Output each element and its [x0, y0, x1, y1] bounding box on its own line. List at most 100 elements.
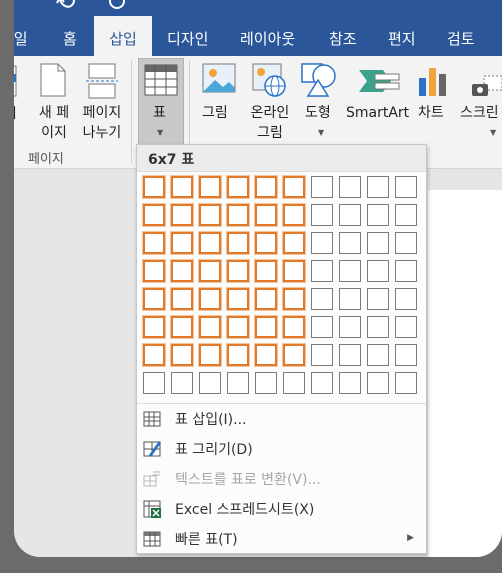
grid-cell[interactable]	[199, 232, 221, 254]
grid-cell[interactable]	[143, 176, 165, 198]
grid-cell[interactable]	[255, 260, 277, 282]
grid-cell[interactable]	[171, 232, 193, 254]
grid-cell[interactable]	[143, 260, 165, 282]
grid-cell[interactable]	[367, 288, 389, 310]
grid-cell[interactable]	[171, 176, 193, 198]
smartart-icon[interactable]	[357, 66, 401, 100]
grid-cell[interactable]	[199, 288, 221, 310]
grid-cell[interactable]	[283, 288, 305, 310]
grid-cell[interactable]	[171, 372, 193, 394]
grid-cell[interactable]	[311, 176, 333, 198]
grid-cell[interactable]	[255, 344, 277, 366]
chart-button[interactable]: 차트	[418, 103, 444, 123]
tab-file[interactable]: 파일	[14, 16, 28, 56]
grid-cell[interactable]	[227, 260, 249, 282]
chart-icon[interactable]	[416, 64, 450, 102]
grid-cell[interactable]	[311, 204, 333, 226]
grid-cell[interactable]	[367, 204, 389, 226]
grid-cell[interactable]	[143, 288, 165, 310]
tab-references[interactable]: 참조	[329, 16, 357, 56]
cover-page-label[interactable]: 지	[14, 104, 17, 124]
grid-cell[interactable]	[395, 344, 417, 366]
grid-cell[interactable]	[255, 204, 277, 226]
grid-cell[interactable]	[255, 372, 277, 394]
grid-cell[interactable]	[367, 344, 389, 366]
grid-cell[interactable]	[395, 288, 417, 310]
grid-cell[interactable]	[395, 260, 417, 282]
excel-spreadsheet-item[interactable]: Excel 스프레드시트(X)	[137, 494, 426, 524]
grid-cell[interactable]	[143, 232, 165, 254]
grid-cell[interactable]	[367, 316, 389, 338]
grid-cell[interactable]	[255, 316, 277, 338]
grid-cell[interactable]	[311, 344, 333, 366]
grid-cell[interactable]	[171, 260, 193, 282]
grid-cell[interactable]	[395, 232, 417, 254]
tab-review[interactable]: 검토	[447, 16, 475, 56]
grid-cell[interactable]	[227, 232, 249, 254]
grid-cell[interactable]	[283, 260, 305, 282]
grid-cell[interactable]	[339, 344, 361, 366]
grid-cell[interactable]	[227, 316, 249, 338]
grid-cell[interactable]	[367, 372, 389, 394]
grid-cell[interactable]	[199, 372, 221, 394]
tab-layout[interactable]: 레이아웃	[240, 16, 295, 56]
grid-cell[interactable]	[311, 232, 333, 254]
draw-table-item[interactable]: 표 그리기(D)	[137, 434, 426, 464]
cover-page-icon[interactable]	[14, 64, 20, 102]
grid-cell[interactable]	[395, 316, 417, 338]
grid-cell[interactable]	[143, 344, 165, 366]
grid-cell[interactable]	[199, 316, 221, 338]
grid-cell[interactable]	[395, 372, 417, 394]
grid-cell[interactable]	[283, 176, 305, 198]
grid-cell[interactable]	[199, 176, 221, 198]
shapes-icon[interactable]	[300, 62, 340, 102]
grid-cell[interactable]	[227, 204, 249, 226]
grid-cell[interactable]	[255, 288, 277, 310]
grid-cell[interactable]	[339, 176, 361, 198]
grid-cell[interactable]	[395, 176, 417, 198]
grid-cell[interactable]	[143, 316, 165, 338]
new-page-button[interactable]: 새 페 이지	[34, 103, 74, 143]
screenshot-dropdown-caret[interactable]: ▼	[490, 128, 496, 137]
grid-cell[interactable]	[171, 288, 193, 310]
grid-cell[interactable]	[143, 372, 165, 394]
grid-cell[interactable]	[227, 176, 249, 198]
grid-cell[interactable]	[311, 288, 333, 310]
grid-cell[interactable]	[199, 260, 221, 282]
grid-cell[interactable]	[227, 288, 249, 310]
grid-cell[interactable]	[227, 344, 249, 366]
quick-tables-item[interactable]: 빠른 표(T) ▶	[137, 524, 426, 554]
document-page[interactable]	[428, 190, 502, 557]
pictures-icon[interactable]	[201, 62, 237, 102]
insert-table-item[interactable]: 표 삽입(I)...	[137, 404, 426, 434]
grid-cell[interactable]	[395, 204, 417, 226]
online-pictures-button[interactable]: 온라인 그림	[245, 103, 295, 143]
page-break-icon[interactable]	[86, 62, 118, 104]
grid-cell[interactable]	[171, 316, 193, 338]
shapes-button[interactable]: 도형	[305, 103, 331, 123]
grid-cell[interactable]	[311, 316, 333, 338]
screenshot-icon[interactable]	[470, 74, 502, 104]
grid-cell[interactable]	[171, 344, 193, 366]
pictures-button[interactable]: 그림	[202, 103, 228, 123]
tab-home[interactable]: 홈	[63, 16, 77, 56]
grid-cell[interactable]	[339, 204, 361, 226]
grid-cell[interactable]	[311, 260, 333, 282]
grid-cell[interactable]	[171, 204, 193, 226]
grid-cell[interactable]	[283, 232, 305, 254]
blank-page-icon[interactable]	[38, 62, 68, 102]
tab-mailings[interactable]: 편지	[388, 16, 416, 56]
grid-cell[interactable]	[367, 176, 389, 198]
grid-cell[interactable]	[339, 316, 361, 338]
grid-cell[interactable]	[311, 372, 333, 394]
grid-cell[interactable]	[199, 344, 221, 366]
grid-cell[interactable]	[339, 372, 361, 394]
grid-cell[interactable]	[283, 316, 305, 338]
grid-cell[interactable]	[339, 232, 361, 254]
online-pictures-icon[interactable]	[251, 62, 287, 102]
page-break-button[interactable]: 페이지 나누기	[77, 103, 127, 143]
grid-cell[interactable]	[255, 232, 277, 254]
grid-cell[interactable]	[339, 288, 361, 310]
grid-cell[interactable]	[199, 204, 221, 226]
grid-cell[interactable]	[367, 232, 389, 254]
